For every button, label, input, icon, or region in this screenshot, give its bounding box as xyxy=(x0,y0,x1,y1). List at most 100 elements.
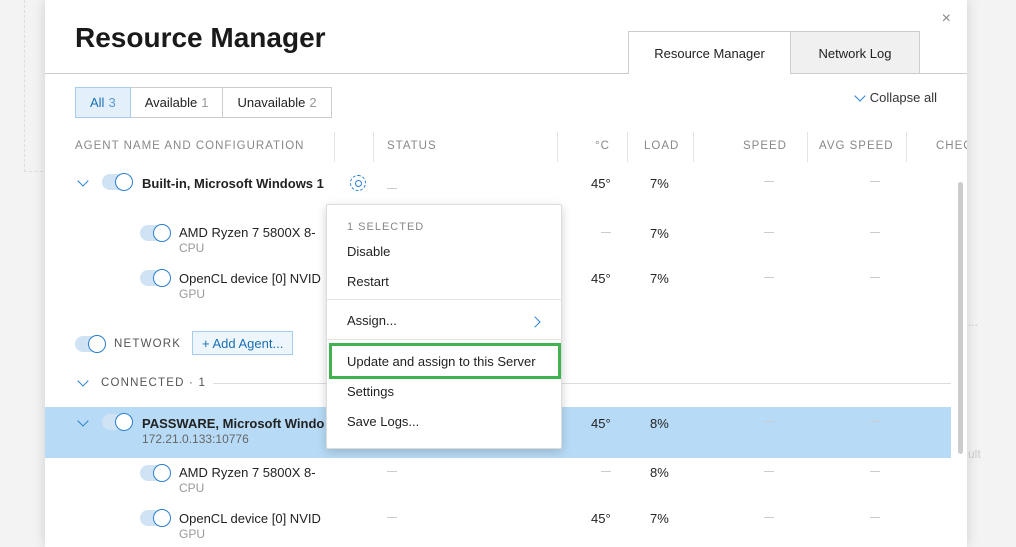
header-divider xyxy=(45,73,967,74)
filter-available[interactable]: Available 1 xyxy=(129,87,224,118)
filter-label: Unavailable xyxy=(237,95,306,110)
filter-count: 2 xyxy=(309,95,317,110)
avg-speed-dash xyxy=(870,277,880,278)
column-speed[interactable]: SPEED xyxy=(743,140,787,152)
device-name: AMD Ryzen 7 5800X 8- xyxy=(179,225,316,240)
tab-network-log[interactable]: Network Log xyxy=(790,31,920,74)
speed-dash xyxy=(764,471,774,472)
filter-all[interactable]: All 3 xyxy=(75,87,131,118)
speed-dash xyxy=(764,517,774,518)
menu-item-disable[interactable]: Disable xyxy=(347,244,390,259)
temp-dash xyxy=(601,232,611,233)
network-toggle[interactable] xyxy=(75,335,106,353)
agent-toggle[interactable] xyxy=(102,173,133,191)
device-type: CPU xyxy=(179,241,205,255)
avg-speed-dash xyxy=(870,232,880,233)
device-type: CPU xyxy=(179,481,205,495)
status-dash xyxy=(387,188,397,189)
avg-speed-dash xyxy=(870,517,880,518)
column-load[interactable]: LOAD xyxy=(644,140,679,152)
speed-dash xyxy=(764,181,774,182)
agent-name: Built-in, Microsoft Windows 1 xyxy=(142,176,324,191)
agent-toggle[interactable] xyxy=(102,413,133,431)
column-divider xyxy=(334,132,335,162)
toggle-knob xyxy=(153,269,171,287)
column-temp[interactable]: °C xyxy=(595,140,610,152)
chevron-down-icon[interactable] xyxy=(77,175,89,187)
collapse-all-label: Collapse all xyxy=(869,90,937,105)
speed-dash xyxy=(764,421,774,422)
agent-temp: 45° xyxy=(591,176,611,191)
scrollbar[interactable] xyxy=(958,182,963,454)
device-toggle[interactable] xyxy=(140,509,171,527)
toggle-knob xyxy=(153,509,171,527)
agent-name[interactable]: PASSWARE, Microsoft Windo xyxy=(142,416,324,431)
avg-speed-dash xyxy=(870,181,880,182)
device-name: OpenCL device [0] NVID xyxy=(179,511,321,526)
menu-item-settings[interactable]: Settings xyxy=(347,384,394,399)
avg-speed-dash xyxy=(870,471,880,472)
device-type: GPU xyxy=(179,527,206,541)
chevron-down-icon xyxy=(854,89,866,102)
menu-separator xyxy=(327,299,561,300)
context-menu: 1 SELECTED Disable Restart Assign... Upd… xyxy=(326,204,562,449)
agent-address: 172.21.0.133:10776 xyxy=(142,432,249,446)
device-type: GPU xyxy=(179,287,206,301)
toggle-knob xyxy=(115,413,133,431)
column-status[interactable]: STATUS xyxy=(387,140,437,152)
close-icon[interactable]: × xyxy=(942,10,951,28)
column-divider xyxy=(807,132,808,162)
filter-count: 3 xyxy=(108,95,116,110)
menu-selection-count: 1 SELECTED xyxy=(347,221,425,233)
chevron-right-icon xyxy=(529,316,541,328)
agent-load: 7% xyxy=(650,176,669,191)
temp-dash xyxy=(601,471,611,472)
device-load: 7% xyxy=(650,226,669,241)
column-divider xyxy=(693,132,694,162)
collapse-all-button[interactable]: Collapse all xyxy=(854,89,937,105)
section-divider xyxy=(213,383,951,384)
column-agent[interactable]: AGENT NAME AND CONFIGURATION xyxy=(75,140,304,152)
column-divider xyxy=(373,132,374,162)
speed-dash xyxy=(764,277,774,278)
column-check[interactable]: CHEC xyxy=(936,140,967,152)
menu-item-save-logs[interactable]: Save Logs... xyxy=(347,414,419,429)
menu-separator xyxy=(327,339,561,340)
device-name: OpenCL device [0] NVID xyxy=(179,271,321,286)
network-label: NETWORK xyxy=(114,338,182,350)
tab-resource-manager[interactable]: Resource Manager xyxy=(628,31,791,74)
column-divider xyxy=(627,132,628,162)
device-load: 7% xyxy=(650,511,669,526)
menu-item-restart[interactable]: Restart xyxy=(347,274,389,289)
menu-item-update-assign[interactable]: Update and assign to this Server xyxy=(347,354,536,369)
toggle-knob xyxy=(115,173,133,191)
device-load: 8% xyxy=(650,465,669,480)
device-toggle[interactable] xyxy=(140,224,171,242)
status-dash xyxy=(387,517,397,518)
status-dash xyxy=(387,471,397,472)
menu-item-assign[interactable]: Assign... xyxy=(347,313,397,328)
filter-label: All xyxy=(90,95,105,110)
chevron-down-icon[interactable] xyxy=(77,375,89,387)
column-divider xyxy=(906,132,907,162)
resource-manager-dialog: Resource Manager × Resource Manager Netw… xyxy=(45,0,967,547)
device-name: AMD Ryzen 7 5800X 8- xyxy=(179,465,316,480)
column-divider xyxy=(557,132,558,162)
toggle-knob xyxy=(153,224,171,242)
column-avg-speed[interactable]: AVG SPEED xyxy=(819,140,894,152)
gear-icon[interactable] xyxy=(350,175,366,191)
device-temp: 45° xyxy=(591,511,611,526)
filter-label: Available xyxy=(144,95,198,110)
avg-speed-dash xyxy=(870,421,880,422)
agent-load: 8% xyxy=(650,416,669,431)
filter-count: 1 xyxy=(201,95,209,110)
device-toggle[interactable] xyxy=(140,269,171,287)
add-agent-button[interactable]: + Add Agent... xyxy=(192,331,294,355)
filter-group: All 3 Available 1 Unavailable 2 xyxy=(75,87,332,118)
device-toggle[interactable] xyxy=(140,464,171,482)
speed-dash xyxy=(764,232,774,233)
background-text: ult xyxy=(968,447,981,461)
toggle-knob xyxy=(88,335,106,353)
device-temp: 45° xyxy=(591,271,611,286)
filter-unavailable[interactable]: Unavailable 2 xyxy=(222,87,332,118)
